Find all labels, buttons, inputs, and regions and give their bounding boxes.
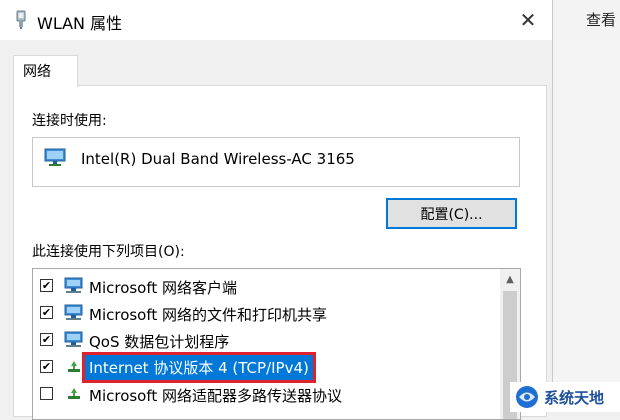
adapter-name: Intel(R) Dual Band Wireless-AC 3165 [81,150,355,168]
title-bar: WLAN 属性 ✕ [0,0,552,40]
item-label: QoS 数据包计划程序 [89,333,230,351]
item-checkbox[interactable] [40,387,53,400]
list-item[interactable]: ✔ QoS 数据包计划程序 [33,327,498,353]
wlan-adapter-icon [16,10,26,29]
watermark-text: 系统天地 [544,388,605,407]
scroll-up-arrow-icon[interactable]: ▲ [500,269,520,289]
list-item[interactable]: ✔ Microsoft 网络的文件和打印机共享 [33,300,498,326]
connect-using-label: 连接时使用: [32,113,107,129]
tab-label: 网络 [23,64,51,80]
tab-network[interactable]: 网络 [13,55,78,87]
item-checkbox[interactable]: ✔ [40,333,53,346]
network-client-icon [64,277,83,293]
adapter-box: Intel(R) Dual Band Wireless-AC 3165 [32,137,520,187]
list-item[interactable]: ✔ Microsoft 网络客户端 [33,273,498,299]
background-window [552,0,620,412]
item-label: Microsoft 网络客户端 [89,279,238,297]
file-printer-sharing-icon [64,304,83,320]
background-view-text: 查看 [586,11,617,29]
item-label: Microsoft 网络适配器多路传送器协议 [89,387,343,405]
item-label: Internet 协议版本 4 (TCP/IPv4) [82,352,316,383]
network-adapter-icon [44,148,66,166]
item-checkbox[interactable]: ✔ [40,360,53,373]
dialog-title: WLAN 属性 [37,14,123,33]
wlan-properties-dialog: WLAN 属性 ✕ 网络 连接时使用: Intel(R) Dual Band W… [0,0,553,420]
protocol-icon [68,361,80,372]
item-checkbox[interactable]: ✔ [40,306,53,319]
close-button[interactable]: ✕ [510,6,546,34]
list-item[interactable]: Microsoft 网络适配器多路传送器协议 [33,381,498,407]
items-label: 此连接使用下列项目(O): [32,244,185,260]
item-checkbox[interactable]: ✔ [40,279,53,292]
globe-logo-icon [516,386,538,408]
protocol-icon [68,388,80,399]
close-icon: ✕ [519,8,537,32]
items-list[interactable]: ✔ Microsoft 网络客户端 ✔ Microsoft 网络的文件和打印机共… [32,268,521,420]
configure-button[interactable]: 配置(C)... [386,198,517,229]
list-item-selected[interactable]: ✔ Internet 协议版本 4 (TCP/IPv4) [33,352,498,383]
qos-icon [64,331,83,347]
watermark-logo: 系统天地 [510,382,620,412]
item-label: Microsoft 网络的文件和打印机共享 [89,306,328,324]
